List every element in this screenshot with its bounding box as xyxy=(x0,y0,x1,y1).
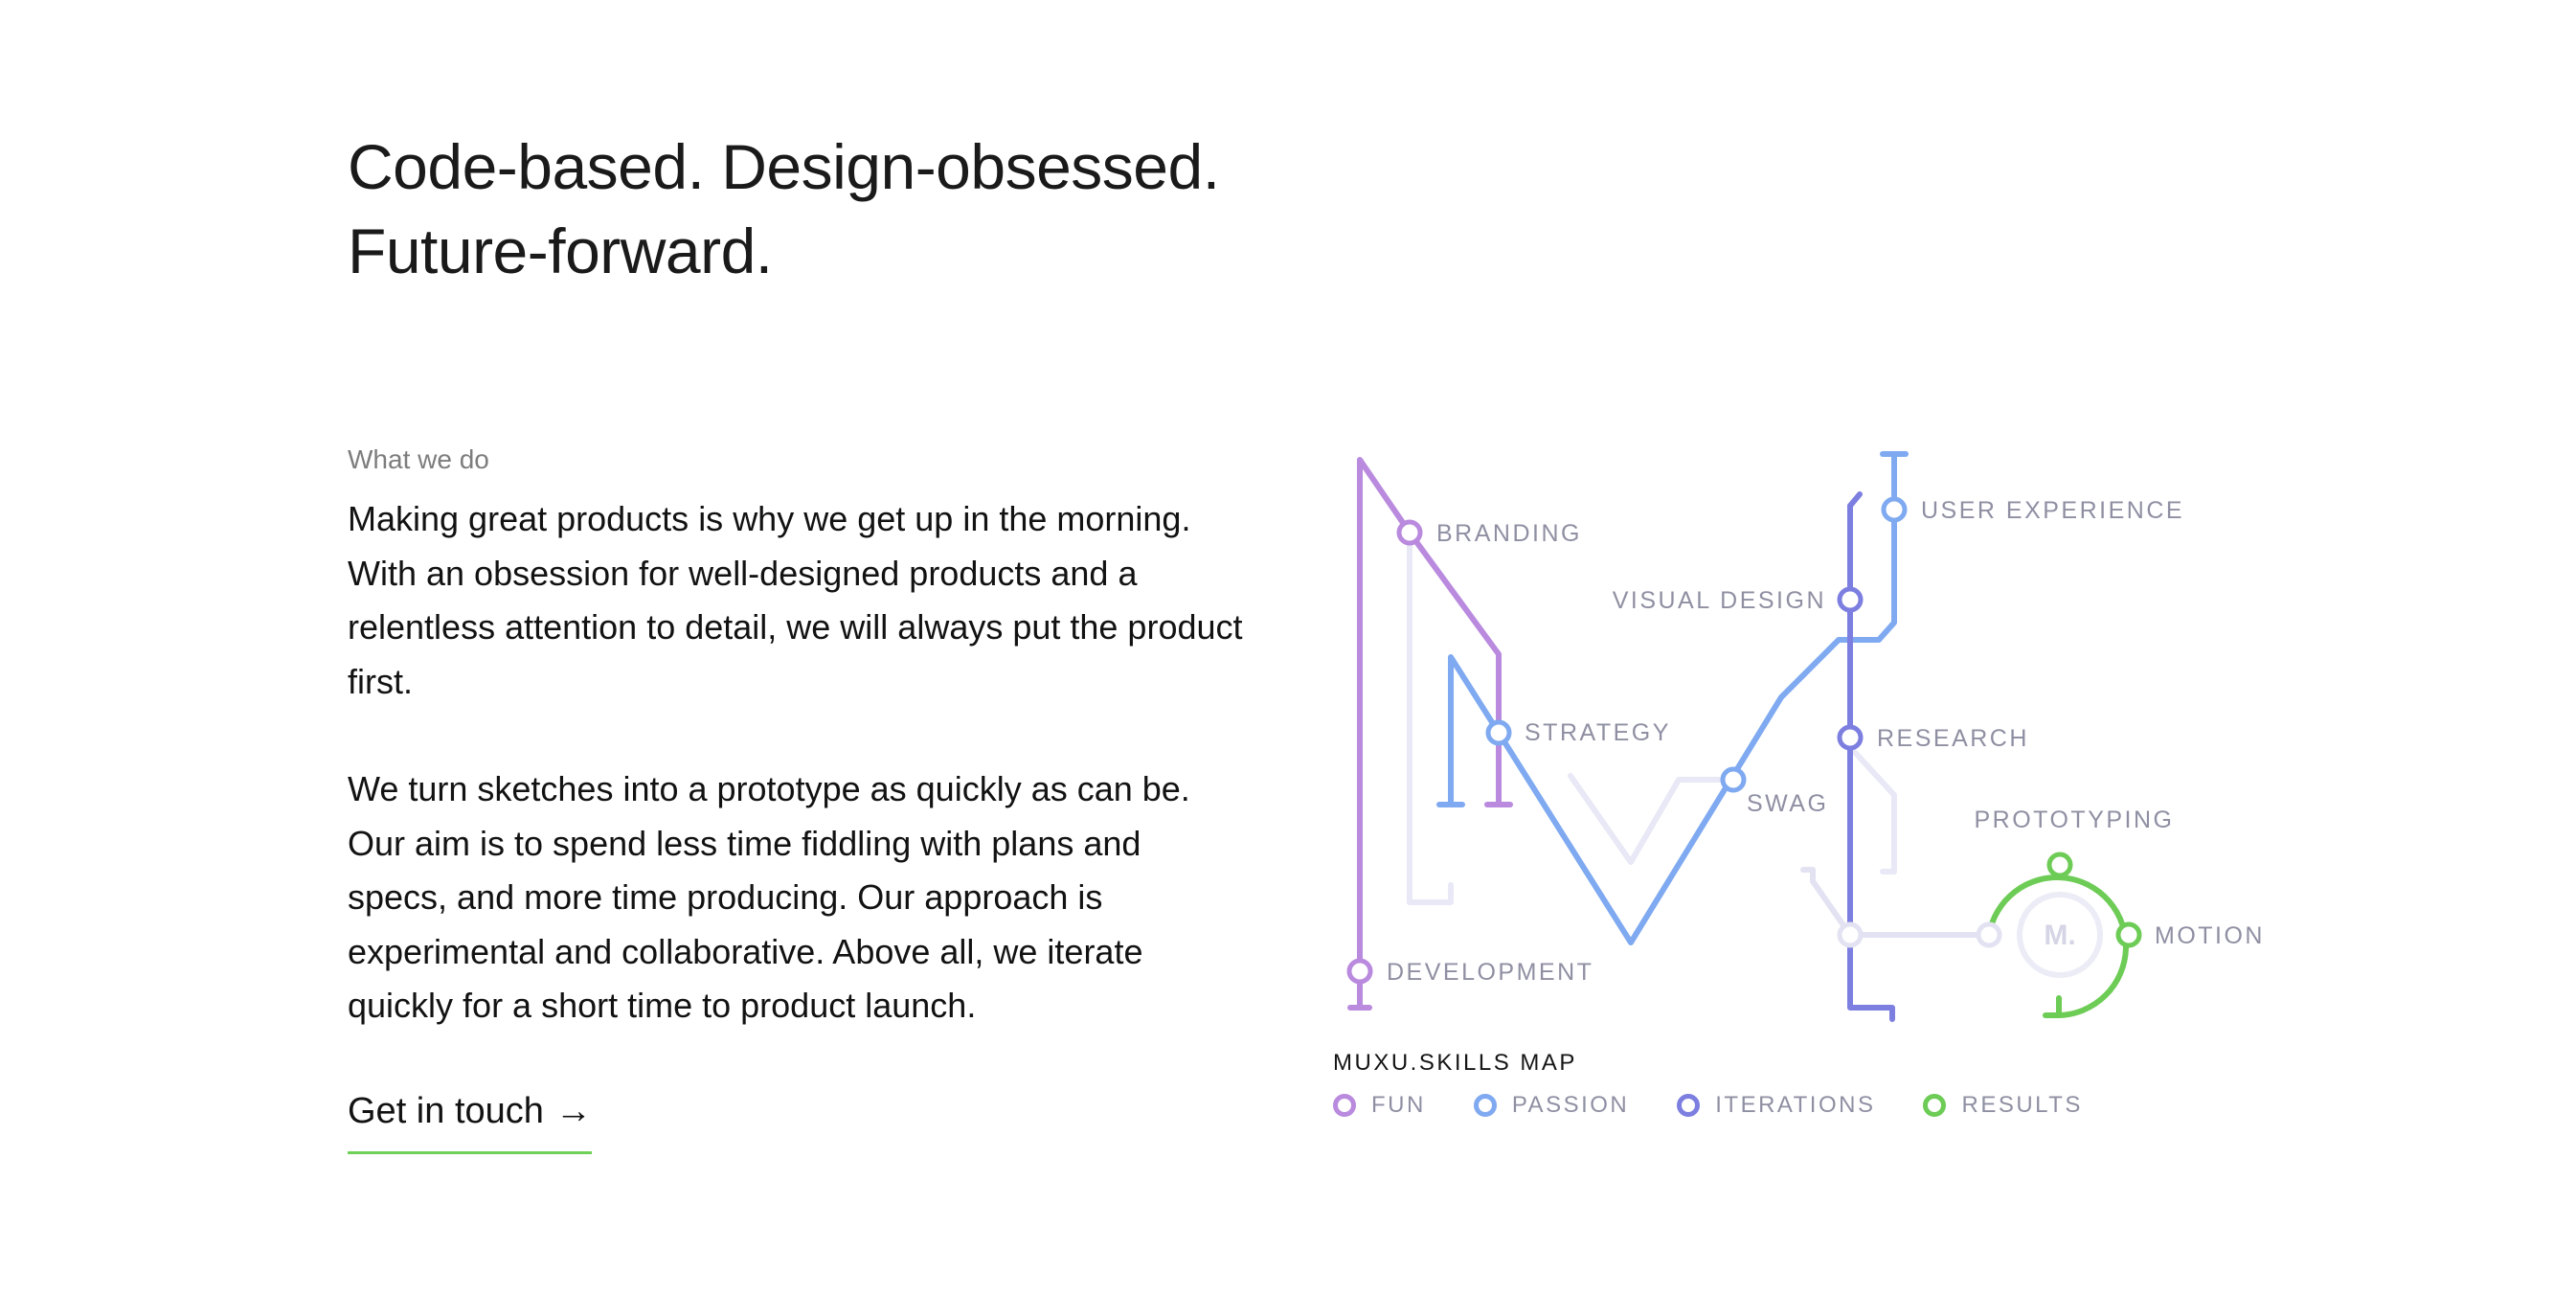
skills-map-legend: FUN PASSION ITERATIONS RESULTS xyxy=(1333,1092,2083,1119)
station-development xyxy=(1346,958,1373,985)
label-prototyping: PROTOTYPING xyxy=(1974,807,2174,833)
muted-track-left xyxy=(1407,530,1454,905)
skills-map-graphic: M. BRANDING STRATEGY DEVELOPMENT VISUAL … xyxy=(1346,451,2265,1022)
label-swag: SWAG xyxy=(1747,790,1828,817)
label-visual-design: VISUAL DESIGN xyxy=(1613,587,1826,614)
skills-map-title: MUXU.SKILLS MAP xyxy=(1333,1050,1577,1076)
section-eyebrow: What we do xyxy=(348,444,489,474)
arrow-right-icon: → xyxy=(554,1091,592,1131)
label-motion: MOTION xyxy=(2155,922,2265,949)
headline-line-1: Code-based. Design-obsessed. xyxy=(348,131,1220,202)
legend-label-fun: FUN xyxy=(1371,1092,1426,1118)
station-junction-right xyxy=(1976,921,2002,948)
what-we-do-section: What we do Making great products is why … xyxy=(348,441,1248,1034)
skills-map: M. BRANDING STRATEGY DEVELOPMENT VISUAL … xyxy=(1322,421,2279,1149)
station-junction-bottom xyxy=(1837,921,1864,948)
page-headline: Code-based. Design-obsessed. Future-forw… xyxy=(348,125,1220,293)
muted-track-bottom xyxy=(1800,867,1992,938)
legend-item-fun[interactable]: FUN xyxy=(1333,1092,1426,1119)
legend-dot-passion xyxy=(1473,1094,1497,1117)
legend-label-passion: PASSION xyxy=(1511,1092,1630,1118)
station-research xyxy=(1837,724,1864,751)
station-strategy xyxy=(1485,719,1512,746)
station-branding xyxy=(1396,519,1423,546)
station-user-experience xyxy=(1881,496,1908,523)
approach-paragraph: We turn sketches into a prototype as qui… xyxy=(348,769,1190,1025)
legend-item-results[interactable]: RESULTS xyxy=(1923,1092,2082,1119)
station-visual-design xyxy=(1837,586,1864,613)
label-user-experience: USER EXPERIENCE xyxy=(1921,497,2184,524)
station-swag xyxy=(1720,766,1747,793)
muted-track-research xyxy=(1847,744,1897,875)
legend-item-passion[interactable]: PASSION xyxy=(1473,1092,1630,1119)
legend-dot-iterations xyxy=(1677,1094,1701,1117)
station-motion xyxy=(2115,921,2142,948)
intro-paragraph: Making great products is why we get up i… xyxy=(348,499,1243,701)
label-research: RESEARCH xyxy=(1877,725,2029,752)
legend-dot-fun xyxy=(1333,1094,1356,1117)
page: Code-based. Design-obsessed. Future-forw… xyxy=(0,0,2576,1295)
headline-line-2: Future-forward. xyxy=(348,216,773,286)
label-branding: BRANDING xyxy=(1436,520,1582,547)
legend-item-iterations[interactable]: ITERATIONS xyxy=(1677,1092,1875,1119)
station-prototyping xyxy=(2046,852,2073,878)
label-strategy: STRATEGY xyxy=(1525,719,1671,746)
legend-label-results: RESULTS xyxy=(1961,1092,2083,1118)
get-in-touch-label: Get in touch xyxy=(348,1091,544,1131)
iterations-terminal-top xyxy=(1847,491,1863,509)
get-in-touch-link[interactable]: Get in touch → xyxy=(348,1086,592,1154)
muxu-logo-text: M. xyxy=(2044,920,2075,951)
legend-dot-results xyxy=(1923,1094,1947,1117)
label-development: DEVELOPMENT xyxy=(1387,959,1593,986)
legend-label-iterations: ITERATIONS xyxy=(1715,1092,1876,1118)
